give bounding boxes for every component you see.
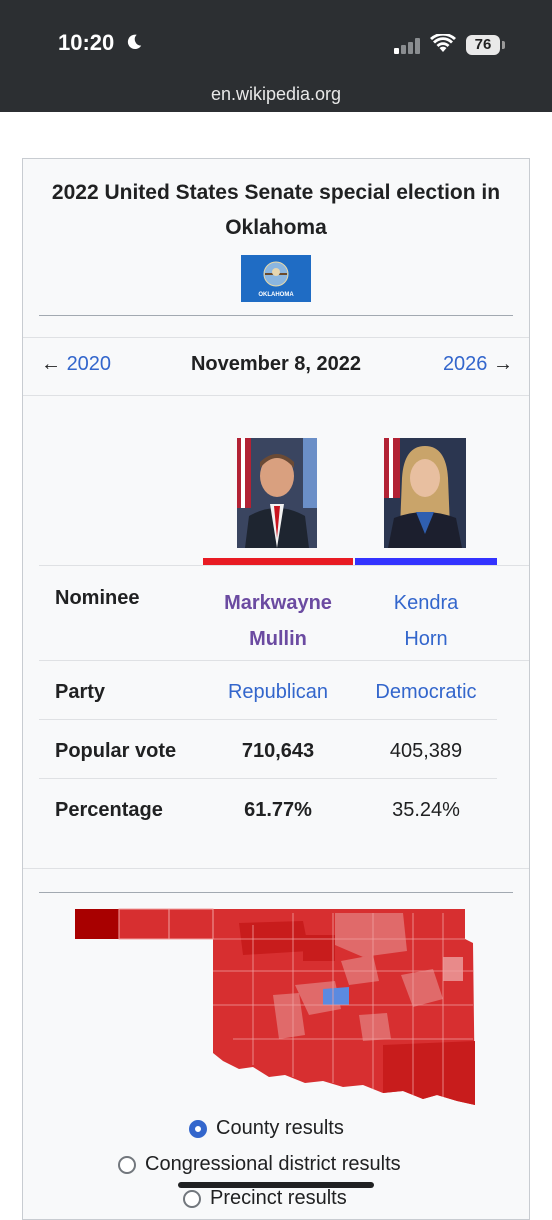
party-label: Party bbox=[55, 681, 106, 703]
county-results-option[interactable]: County results bbox=[189, 1117, 344, 1140]
county bbox=[359, 1013, 391, 1041]
county bbox=[168, 908, 214, 940]
divider bbox=[39, 315, 513, 316]
congressional-district-results-label: Congressional district results bbox=[145, 1153, 401, 1175]
congressional-district-results-option[interactable]: Congressional district results bbox=[118, 1153, 401, 1176]
nominee-label: Nominee bbox=[55, 587, 140, 609]
republican-color-bar bbox=[203, 558, 353, 565]
oklahoma-flag[interactable]: OKLAHOMA bbox=[241, 255, 311, 302]
county bbox=[239, 921, 309, 955]
democratic-nominee-link[interactable]: Kendra Horn bbox=[355, 585, 497, 657]
kendra-horn-photo[interactable] bbox=[384, 438, 466, 548]
percentage-label: Percentage bbox=[55, 799, 163, 821]
home-indicator[interactable] bbox=[178, 1182, 374, 1188]
county bbox=[443, 957, 463, 981]
portrait-image bbox=[384, 438, 466, 548]
flag-emblem-icon: OKLAHOMA bbox=[258, 261, 294, 298]
nominee-name-line1[interactable]: Markwayne bbox=[224, 592, 332, 614]
divider bbox=[23, 868, 529, 869]
republican-popular-vote: 710,643 bbox=[241, 740, 315, 762]
county-results-label: County results bbox=[216, 1117, 344, 1139]
precinct-results-option[interactable]: Precinct results bbox=[183, 1187, 347, 1210]
divider bbox=[39, 719, 497, 720]
county bbox=[75, 909, 119, 939]
nominee-name-line2[interactable]: Horn bbox=[404, 628, 447, 650]
divider bbox=[23, 395, 529, 396]
divider bbox=[39, 565, 529, 566]
wifi-icon bbox=[430, 34, 456, 52]
right-arrow-icon: → bbox=[493, 353, 513, 375]
infobox-title: 2022 United States Senate special electi… bbox=[51, 181, 501, 239]
republican-party-link[interactable]: Republican bbox=[203, 681, 353, 704]
county-results-map[interactable] bbox=[73, 905, 483, 1111]
nominee-name-line2[interactable]: Mullin bbox=[249, 628, 307, 650]
county bbox=[323, 987, 349, 1005]
portrait-image bbox=[237, 438, 317, 548]
democratic-party-link[interactable]: Democratic bbox=[355, 681, 497, 704]
democratic-color-bar bbox=[355, 558, 497, 565]
url-bar[interactable]: en.wikipedia.org bbox=[0, 84, 552, 105]
battery-indicator: 76 bbox=[466, 35, 500, 55]
republican-percentage: 61.77% bbox=[244, 799, 312, 821]
divider bbox=[39, 778, 497, 779]
status-bar: 10:20 76 en.wikipedia.org bbox=[0, 0, 552, 112]
nominee-name-line1[interactable]: Kendra bbox=[394, 592, 459, 614]
radio-unselected-icon[interactable] bbox=[183, 1189, 201, 1208]
county bbox=[118, 908, 170, 940]
signal-icon bbox=[394, 38, 420, 54]
next-election-year[interactable]: 2026 bbox=[443, 353, 488, 375]
moon-icon bbox=[127, 34, 142, 50]
flag-text: OKLAHOMA bbox=[258, 292, 294, 298]
markwayne-mullin-photo[interactable] bbox=[237, 438, 317, 548]
battery-nub bbox=[502, 41, 505, 49]
radio-unselected-icon[interactable] bbox=[118, 1155, 136, 1174]
next-election-link[interactable]: 2026 → bbox=[443, 353, 513, 376]
radio-selected-icon[interactable] bbox=[189, 1119, 207, 1138]
democratic-popular-vote: 405,389 bbox=[389, 740, 463, 762]
divider bbox=[39, 660, 529, 661]
clock: 10:20 bbox=[58, 30, 115, 55]
divider bbox=[39, 892, 513, 893]
election-infobox: 2022 United States Senate special electi… bbox=[22, 158, 530, 1220]
republican-nominee-link[interactable]: Markwayne Mullin bbox=[203, 585, 353, 657]
popular-vote-label: Popular vote bbox=[55, 740, 177, 762]
precinct-results-label: Precinct results bbox=[210, 1187, 347, 1209]
county bbox=[383, 1041, 475, 1105]
divider bbox=[23, 337, 529, 338]
democratic-percentage: 35.24% bbox=[392, 799, 460, 821]
